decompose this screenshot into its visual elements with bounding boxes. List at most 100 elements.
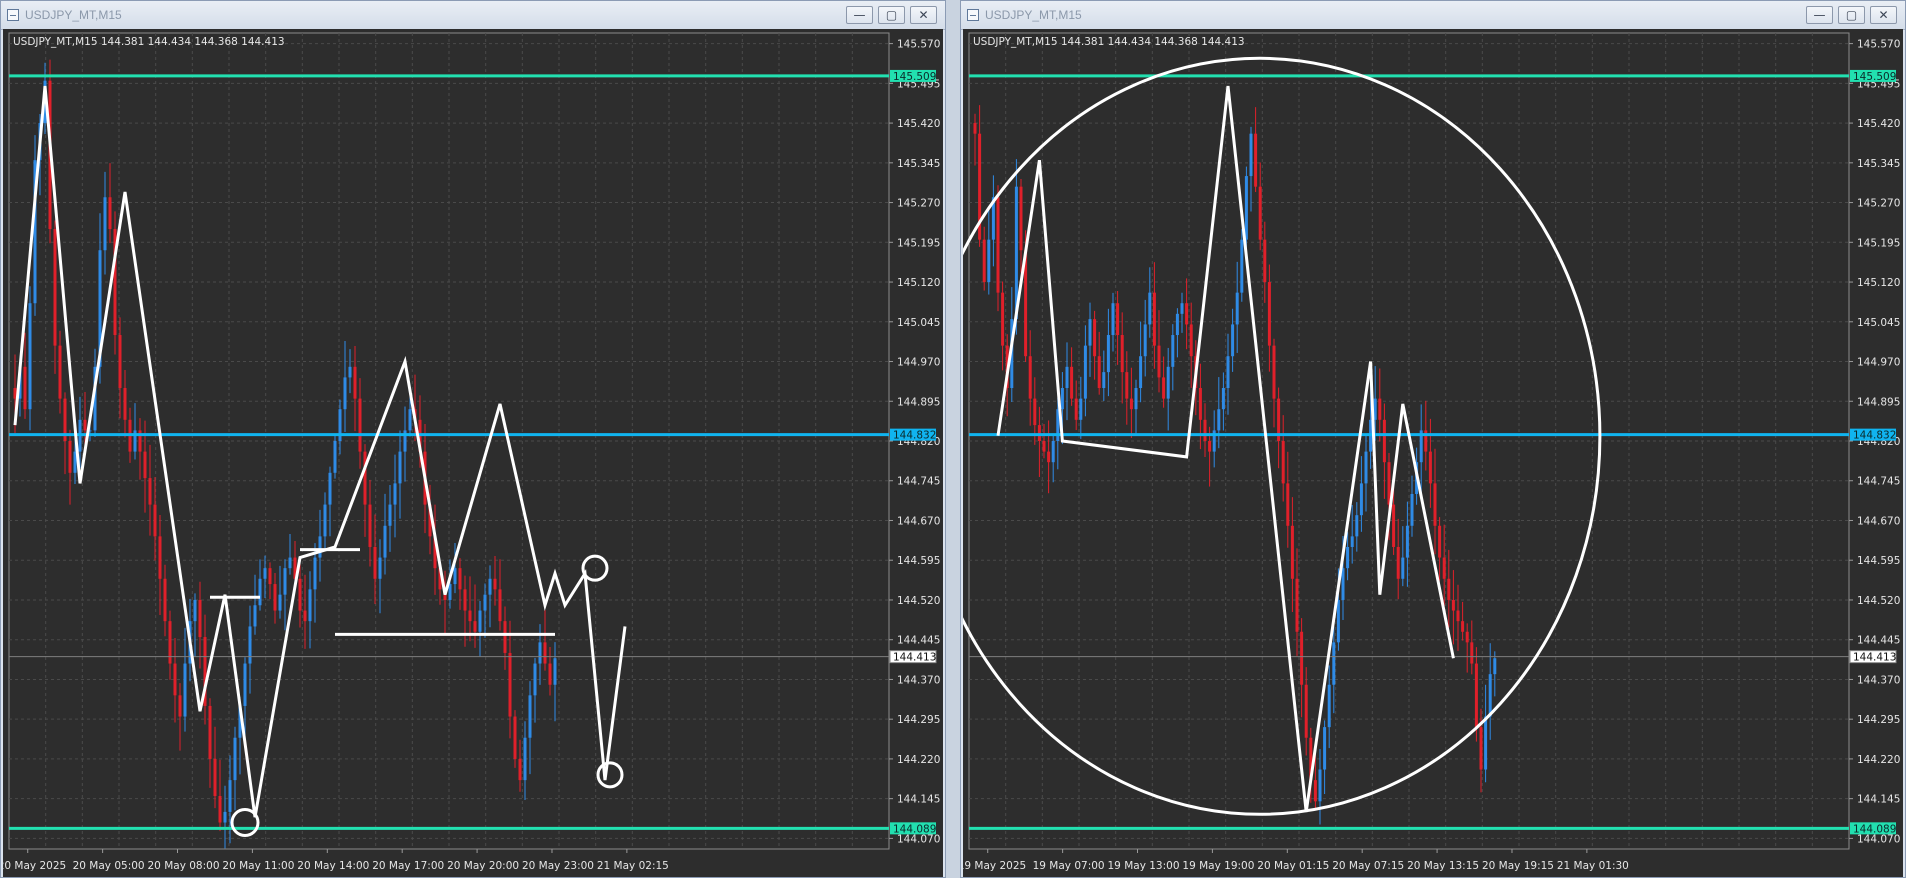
- time-tick-label: 19 May 07:00: [1033, 860, 1105, 872]
- candle-body: [1401, 557, 1405, 579]
- candle-body: [1051, 441, 1055, 463]
- candle-body: [1217, 409, 1221, 431]
- ohlc-label: USDJPY_MT,M15 144.381 144.434 144.368 14…: [13, 36, 285, 48]
- candle-body: [268, 568, 272, 585]
- price-tick-label: 145.270: [897, 198, 940, 210]
- minimize-button[interactable]: —: [846, 6, 873, 24]
- candle-body: [1254, 133, 1258, 187]
- candle-body: [228, 780, 232, 812]
- candle-body: [1106, 335, 1110, 373]
- chart-background: [963, 29, 1903, 877]
- price-tick-label: 144.595: [897, 555, 940, 567]
- price-tick-label: 144.670: [1857, 515, 1900, 527]
- candle-body: [178, 695, 182, 717]
- candle-body: [173, 663, 177, 696]
- candle-body: [1240, 239, 1244, 293]
- candle-body: [498, 589, 502, 622]
- time-tick-label: 20 May 11:00: [222, 860, 294, 872]
- candle-body: [1442, 557, 1446, 579]
- candle-body: [1295, 578, 1299, 632]
- close-button[interactable]: ✕: [910, 6, 937, 24]
- candle-body: [143, 451, 147, 479]
- candle-body: [1318, 769, 1322, 802]
- price-tick-label: 144.145: [1857, 794, 1900, 806]
- candle-body: [118, 335, 122, 389]
- candle-body: [53, 229, 57, 346]
- candle-body: [553, 658, 557, 685]
- candle-body: [1456, 610, 1460, 622]
- price-tick-label: 145.420: [1857, 118, 1900, 130]
- candle-body: [1079, 398, 1083, 420]
- candle-body: [328, 472, 332, 505]
- candle-body: [308, 589, 312, 622]
- price-tick-label: 144.445: [897, 635, 940, 647]
- price-tick-label: 144.370: [897, 674, 940, 686]
- time-tick-label: 20 May 23:00: [522, 860, 594, 872]
- candle-body: [987, 239, 991, 283]
- candle-body: [1180, 303, 1184, 314]
- candle-body: [468, 610, 472, 622]
- candle-body: [1484, 716, 1488, 770]
- title-bar[interactable]: USDJPY_MT,M15 — ▢ ✕: [1, 1, 945, 30]
- candle-body: [253, 605, 257, 627]
- close-button[interactable]: ✕: [1870, 6, 1897, 24]
- candle-body: [1235, 292, 1239, 325]
- maximize-button[interactable]: ▢: [878, 6, 905, 24]
- candle-body: [1208, 441, 1212, 452]
- candle-body: [1313, 780, 1317, 802]
- price-chart[interactable]: 145.570145.495145.420145.345145.270145.1…: [963, 29, 1903, 877]
- candle-body: [1060, 388, 1064, 410]
- candle-body: [323, 504, 327, 537]
- candle-body: [1175, 313, 1179, 336]
- candle-body: [1392, 504, 1396, 547]
- maximize-button[interactable]: ▢: [1838, 6, 1865, 24]
- candle-body: [1327, 684, 1331, 728]
- candle-body: [1405, 525, 1409, 558]
- candle-body: [1226, 356, 1230, 389]
- candle-body: [473, 621, 477, 632]
- candle-body: [453, 568, 457, 585]
- candle-body: [1152, 292, 1156, 346]
- candle-body: [508, 652, 512, 717]
- candle-body: [533, 663, 537, 696]
- candle-body: [1451, 599, 1455, 611]
- price-tick-label: 144.520: [1857, 595, 1900, 607]
- price-tick-label: 144.295: [1857, 714, 1900, 726]
- price-level-label: 144.089: [1853, 823, 1896, 835]
- candle-body: [1263, 239, 1267, 283]
- time-tick-label: 21 May 02:15: [597, 860, 669, 872]
- candle-body: [1148, 292, 1152, 325]
- candle-body: [1162, 377, 1166, 399]
- time-tick-label: 20 May 01:15: [1257, 860, 1329, 872]
- candle-body: [1028, 356, 1032, 399]
- candle-body: [338, 409, 342, 441]
- time-tick-label: 19 May 19:00: [1182, 860, 1254, 872]
- candle-body: [1221, 388, 1225, 410]
- candle-body: [108, 197, 112, 230]
- candle-body: [1461, 621, 1465, 632]
- candle-body: [1355, 515, 1359, 537]
- minimize-button[interactable]: —: [1806, 6, 1833, 24]
- price-chart[interactable]: 145.570145.495145.420145.345145.270145.1…: [3, 29, 943, 877]
- candle-body: [528, 695, 532, 738]
- chart-window-icon: [7, 9, 19, 21]
- price-tick-label: 144.895: [897, 396, 940, 408]
- candle-body: [358, 398, 362, 452]
- candle-body: [1438, 525, 1442, 558]
- candle-body: [1300, 631, 1304, 685]
- candle-body: [1428, 451, 1432, 484]
- candle-body: [543, 642, 547, 664]
- price-tick-label: 144.745: [1857, 476, 1900, 488]
- price-tick-label: 144.220: [1857, 754, 1900, 766]
- price-tick-label: 145.120: [1857, 277, 1900, 289]
- candle-body: [1290, 525, 1294, 579]
- candle-body: [1378, 398, 1382, 420]
- candle-body: [168, 621, 172, 664]
- title-bar[interactable]: USDJPY_MT,M15 — ▢ ✕: [961, 1, 1905, 30]
- time-tick-label: 20 May 17:00: [372, 860, 444, 872]
- candle-body: [1139, 356, 1143, 389]
- candle-body: [982, 239, 986, 283]
- price-tick-label: 144.670: [897, 515, 940, 527]
- candle-body: [378, 557, 382, 579]
- candle-body: [1083, 345, 1087, 399]
